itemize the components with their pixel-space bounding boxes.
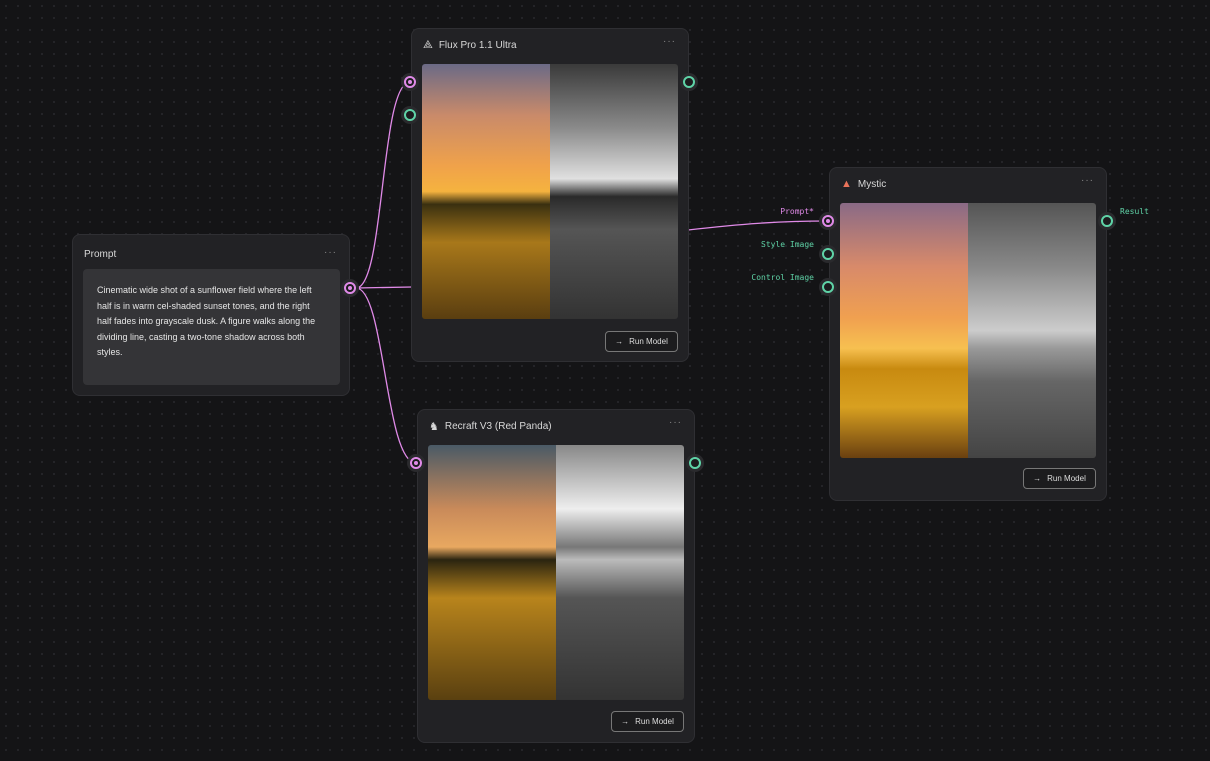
prompt-node[interactable]: Prompt ··· Cinematic wide shot of a sunf… bbox=[72, 234, 350, 396]
mystic-prompt-port[interactable] bbox=[822, 215, 834, 227]
flux-prompt-port[interactable] bbox=[404, 76, 416, 88]
wire-prompt-flux bbox=[355, 81, 411, 289]
mystic-control-image-port[interactable] bbox=[822, 281, 834, 293]
mystic-style-image-label: Style Image bbox=[761, 240, 814, 249]
mystic-result-label: Result bbox=[1120, 207, 1149, 216]
flux-logo-icon: ⟁ bbox=[423, 39, 433, 51]
recraft-title: Recraft V3 (Red Panda) bbox=[444, 421, 552, 432]
flux-title: Flux Pro 1.1 Ultra bbox=[438, 40, 517, 51]
flux-output-image bbox=[422, 64, 678, 319]
more-icon[interactable]: ··· bbox=[1081, 175, 1094, 186]
run-model-button[interactable]: → Run Model bbox=[605, 331, 678, 352]
wire-prompt-mystic bbox=[687, 220, 829, 231]
mystic-prompt-label: Prompt* bbox=[780, 207, 814, 216]
mystic-node[interactable]: ▲ Mystic ··· → Run Model bbox=[829, 167, 1107, 501]
recraft-prompt-port[interactable] bbox=[410, 457, 422, 469]
flux-image-port[interactable] bbox=[404, 109, 416, 121]
recraft-output-image bbox=[428, 445, 684, 700]
prompt-textarea[interactable]: Cinematic wide shot of a sunflower field… bbox=[83, 269, 340, 385]
prompt-output-port[interactable] bbox=[344, 282, 356, 294]
mystic-output-image bbox=[840, 203, 1096, 458]
recraft-logo-icon: ♞ bbox=[429, 421, 439, 433]
more-icon[interactable]: ··· bbox=[669, 417, 682, 428]
mystic-control-image-label: Control Image bbox=[751, 273, 814, 282]
arrow-right-icon: → bbox=[1033, 474, 1042, 483]
wire-prompt-flux-body bbox=[355, 286, 413, 289]
wire-prompt-recraft bbox=[355, 287, 417, 464]
arrow-right-icon: → bbox=[615, 337, 624, 346]
flux-output-port[interactable] bbox=[683, 76, 695, 88]
mystic-title: Mystic bbox=[857, 178, 887, 190]
flux-node[interactable]: ⟁ Flux Pro 1.1 Ultra ··· → Run Model bbox=[411, 28, 689, 362]
recraft-output-port[interactable] bbox=[689, 457, 701, 469]
run-model-button[interactable]: → Run Model bbox=[611, 711, 684, 732]
arrow-right-icon: → bbox=[621, 717, 630, 726]
mystic-style-image-port[interactable] bbox=[822, 248, 834, 260]
more-icon[interactable]: ··· bbox=[324, 247, 337, 258]
run-model-button[interactable]: → Run Model bbox=[1023, 468, 1096, 489]
mystic-result-port[interactable] bbox=[1101, 215, 1113, 227]
mystic-logo-icon: ▲ bbox=[841, 178, 852, 190]
more-icon[interactable]: ··· bbox=[663, 36, 676, 47]
prompt-title: Prompt bbox=[84, 249, 117, 260]
recraft-node[interactable]: ♞ Recraft V3 (Red Panda) ··· → Run Model bbox=[417, 409, 695, 743]
